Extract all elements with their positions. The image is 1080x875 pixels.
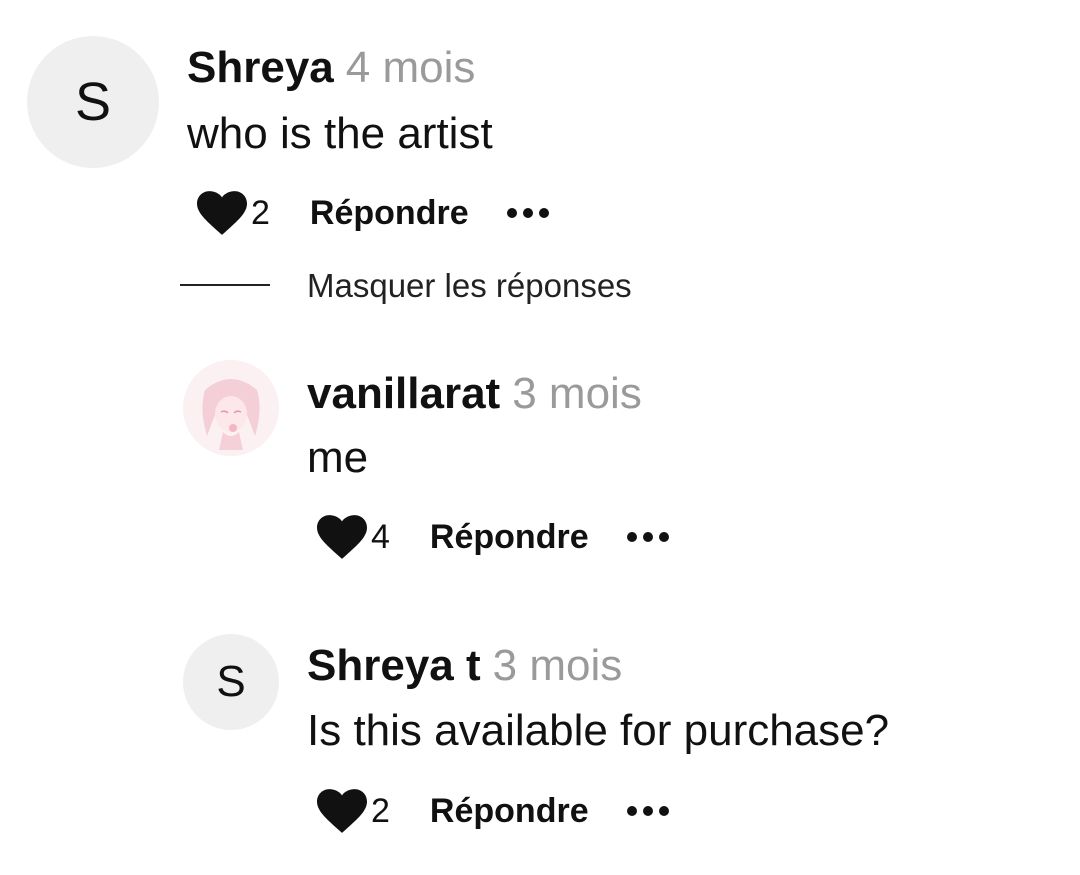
like-count: 2	[251, 193, 270, 232]
timestamp: 3 mois	[512, 369, 642, 418]
like-button[interactable]: 2	[317, 789, 390, 833]
reply-button[interactable]: Répondre	[430, 518, 589, 557]
comment-actions: 2 Répondre	[197, 188, 549, 238]
avatar[interactable]	[183, 360, 279, 456]
more-options-icon[interactable]	[626, 532, 669, 542]
comment-header: Shreya 4 mois	[187, 42, 475, 94]
avatar[interactable]: S	[183, 634, 279, 730]
avatar-letter: S	[74, 72, 112, 132]
comment-header: Shreya t3 mois	[307, 640, 622, 692]
heart-icon[interactable]	[317, 515, 367, 559]
heart-icon[interactable]	[317, 789, 367, 833]
comment-text: me	[307, 433, 369, 482]
timestamp: 3 mois	[492, 641, 623, 690]
more-options-icon[interactable]	[626, 806, 669, 816]
avatar-letter: S	[216, 657, 246, 706]
comment-actions: 4 Répondre	[317, 512, 669, 562]
author-name[interactable]: Shreya	[187, 43, 334, 92]
like-count: 4	[371, 517, 390, 556]
avatar-image	[183, 360, 279, 456]
comment-text: Is this available for purchase?	[307, 706, 890, 755]
heart-icon[interactable]	[197, 191, 247, 235]
replies-divider	[180, 284, 270, 286]
reply-button[interactable]: Répondre	[430, 792, 589, 831]
author-name[interactable]: Shreya t	[307, 641, 481, 690]
hide-replies-button[interactable]: Masquer les réponses	[307, 266, 632, 306]
author-name[interactable]: vanillarat	[307, 369, 500, 418]
like-button[interactable]: 2	[197, 191, 270, 235]
more-options-icon[interactable]	[506, 208, 549, 218]
comment-header: vanillarat 3 mois	[307, 368, 642, 420]
comment-actions: 2 Répondre	[317, 786, 669, 836]
comment-text: who is the artist	[187, 109, 493, 158]
like-count: 2	[371, 791, 390, 830]
avatar[interactable]: S	[27, 36, 159, 168]
timestamp: 4 mois	[345, 43, 476, 92]
reply-button[interactable]: Répondre	[310, 194, 469, 233]
like-button[interactable]: 4	[317, 515, 390, 559]
